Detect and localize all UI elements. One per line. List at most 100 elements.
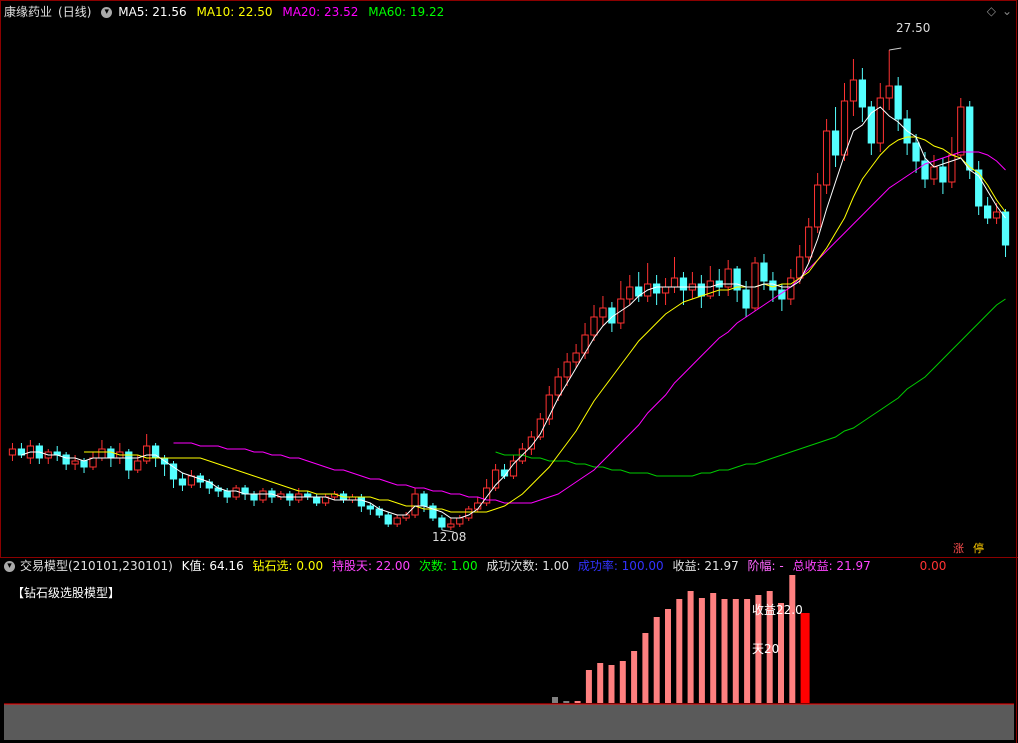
indicator-bar-pink — [642, 633, 649, 703]
candle-up — [796, 256, 804, 279]
indicator-bar-pink — [732, 599, 739, 703]
candle-up — [456, 517, 464, 525]
candle-down — [250, 493, 258, 501]
candle-down — [652, 283, 661, 294]
candle-down — [313, 496, 321, 504]
high-marker — [889, 47, 902, 51]
indicator-bar-pink — [619, 661, 626, 703]
candle-up — [572, 352, 580, 363]
candle-up — [8, 448, 17, 456]
ma20-line — [173, 151, 1006, 504]
profit-value: 收益: 21.97 — [672, 559, 739, 573]
extra-value: 0.00 — [919, 559, 947, 573]
candle-down — [831, 130, 840, 156]
candle-up — [876, 97, 884, 144]
candle-down — [366, 505, 374, 510]
candle-up — [599, 307, 607, 318]
chart-canvas — [0, 0, 1018, 743]
candle-up — [89, 457, 97, 468]
limit-stop-badge: 停 — [973, 542, 984, 555]
indicator-bar-pink — [698, 598, 705, 703]
low-price-label: 12.08 — [432, 530, 467, 544]
candle-up — [626, 286, 634, 300]
indicator-bar-pink — [631, 651, 638, 703]
candle-down — [858, 79, 867, 108]
candle-up — [814, 184, 822, 228]
indicator-bar-gray — [552, 697, 558, 703]
candle-down — [697, 283, 705, 297]
indicator-bar-pink — [721, 599, 728, 703]
candle-up — [259, 490, 267, 501]
indicator-bar-red — [800, 613, 810, 703]
indicator-baseline-band — [4, 704, 1014, 740]
candle-up — [483, 487, 491, 504]
indicator-bar-pink — [789, 575, 796, 703]
indicator-title: 【钻石级选股模型】 — [12, 586, 121, 600]
indicator-bar-pink — [585, 670, 592, 703]
candle-up — [98, 448, 106, 459]
candle-down — [178, 478, 187, 486]
indicator-header: ▾ 交易模型(210101,230101) K值: 64.16 钻石选: 0.00… — [4, 558, 951, 574]
k-value: K值: 64.16 — [181, 559, 244, 573]
dropdown-circle-icon[interactable]: ▾ — [4, 561, 15, 572]
candle-up — [581, 334, 589, 354]
candle-up — [134, 460, 142, 471]
candle-down — [107, 448, 115, 459]
indicator-bar-pink — [710, 593, 717, 703]
candle-up — [840, 100, 849, 156]
indicator-bar-pink — [608, 665, 615, 703]
candle-up — [143, 445, 151, 462]
candle-up — [670, 277, 679, 288]
candle-up — [232, 487, 240, 498]
stock-chart-window: 康缘药业 (日线) ▾ MA5: 21.56 MA10: 22.50 MA20: 2… — [0, 0, 1018, 743]
candle-up — [849, 79, 858, 102]
amplitude-value: 阶幅: - — [747, 559, 784, 573]
candle-up — [411, 493, 419, 516]
indicator-plot — [552, 575, 810, 703]
success-rate-value: 成功率: 100.00 — [577, 559, 664, 573]
candle-up — [957, 106, 965, 156]
candle-down — [384, 514, 392, 525]
candle-up — [751, 262, 759, 309]
candle-down — [769, 280, 777, 291]
diamond-select-value: 钻石选: 0.00 — [252, 559, 324, 573]
candle-up — [661, 286, 670, 294]
candle-down — [80, 460, 88, 468]
candle-up — [509, 460, 518, 477]
success-count-value: 成功次数: 1.00 — [486, 559, 569, 573]
indicator-bar-gray — [563, 701, 570, 703]
candle-up — [187, 475, 196, 486]
count-value: 次数: 1.00 — [419, 559, 478, 573]
high-price-label: 27.50 — [896, 21, 931, 35]
indicator-bar-pink — [597, 663, 604, 703]
candle-down — [966, 106, 974, 171]
indicator-bar-pink — [653, 617, 660, 703]
candle-up — [393, 517, 401, 525]
candle-up — [563, 361, 571, 378]
ma10-line — [84, 136, 1006, 513]
days-annotation: 天20 — [752, 642, 780, 656]
indicator-bar-pink — [676, 599, 683, 703]
candle-down — [912, 142, 920, 162]
candle-up — [885, 85, 893, 99]
candle-down — [760, 262, 768, 282]
candle-down — [169, 463, 178, 480]
candlestick-plot — [8, 47, 1010, 533]
candle-up — [948, 154, 956, 183]
candle-up — [930, 166, 938, 180]
candle-down — [742, 289, 750, 309]
candle-down — [894, 85, 902, 120]
candle-down — [679, 277, 688, 291]
indicator-name[interactable]: 交易模型(210101,230101) — [20, 559, 173, 573]
candle-up — [554, 376, 562, 396]
candle-up — [992, 211, 1001, 219]
candle-down — [357, 496, 366, 507]
total-profit-value: 总收益: 21.97 — [792, 559, 871, 573]
limit-up-badge: 涨 — [953, 542, 964, 555]
candle-down — [1001, 211, 1010, 246]
indicator-bar-pink — [665, 609, 671, 703]
ma60-line — [495, 298, 1006, 477]
candle-down — [984, 205, 992, 219]
candle-up — [822, 130, 831, 186]
candle-down — [420, 493, 428, 507]
